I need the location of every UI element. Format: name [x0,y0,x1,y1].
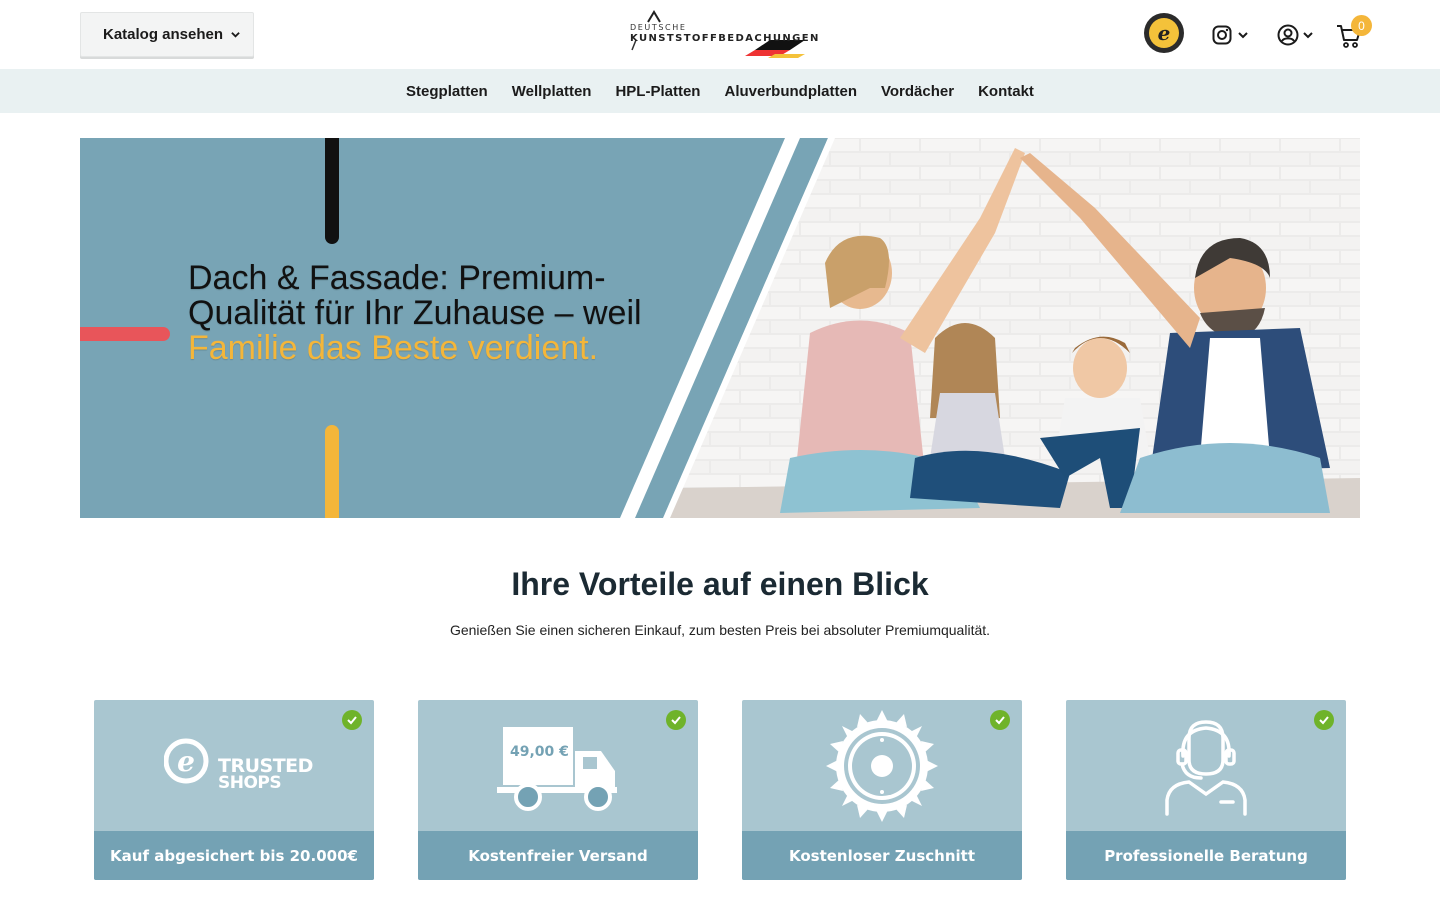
advantage-card-trusted-shops[interactable]: e TRUSTED SHOPS Kauf abgesichert bis 20.… [94,700,374,880]
nav-item-vordaecher[interactable]: Vordächer [881,83,954,100]
catalog-button-label: Katalog ansehen [103,26,224,43]
advantage-card-label: Professionelle Beratung [1066,831,1346,880]
delivery-truck-icon: 49,00 € [418,700,698,831]
nav-item-aluverbundplatten[interactable]: Aluverbundplatten [724,83,857,100]
advantage-card-label: Kostenloser Zuschnitt [742,831,1022,880]
main-navigation: Stegplatten Wellplatten HPL-Platten Aluv… [0,69,1440,113]
hero-headline: Dach & Fassade: Premium-Qualität für Ihr… [188,261,658,366]
cart-count-badge: 0 [1351,15,1372,36]
nav-item-stegplatten[interactable]: Stegplatten [406,83,488,100]
trusted-shops-e-mark: e [1149,18,1179,48]
instagram-menu[interactable] [1212,24,1252,46]
chevron-down-icon [1238,32,1248,39]
hero-headline-highlight: Familie das Beste verdient. [188,329,599,367]
truck-price-label: 49,00 € [510,744,569,760]
nav-item-kontakt[interactable]: Kontakt [978,83,1034,100]
catalog-button[interactable]: Katalog ansehen [80,12,254,57]
saw-blade-icon [742,700,1022,831]
support-agent-icon [1066,700,1346,831]
chevron-down-icon [231,32,240,38]
trusted-shops-logo-icon: e TRUSTED SHOPS [94,700,374,831]
check-icon [990,710,1010,730]
nav-item-hpl-platten[interactable]: HPL-Platten [615,83,700,100]
trusted-shops-logo-text-2: SHOPS [218,773,282,793]
advantage-card-label: Kauf abgesichert bis 20.000€ [94,831,374,880]
nav-item-wellplatten[interactable]: Wellplatten [512,83,592,100]
site-header: Katalog ansehen DEUTSCHE KUNSTSTOFFBEDAC… [0,0,1440,69]
account-menu[interactable] [1277,24,1317,46]
site-logo[interactable]: DEUTSCHE KUNSTSTOFFBEDACHUNGEN [620,10,820,60]
decor-bar-yellow [325,425,339,518]
advantages-subtitle: Genießen Sie einen sicheren Einkauf, zum… [449,622,991,638]
advantage-card-free-cutting[interactable]: Kostenloser Zuschnitt [742,700,1022,880]
instagram-icon [1212,25,1232,45]
check-icon [1314,710,1334,730]
decor-bar-black [325,138,339,244]
decor-bar-red [80,327,170,341]
check-icon [666,710,686,730]
cart-button[interactable]: 0 [1336,15,1376,51]
advantage-card-free-shipping[interactable]: 49,00 € Kostenfreier Versand [418,700,698,880]
trusted-shops-badge-icon[interactable]: e [1144,13,1184,53]
hero-banner[interactable]: Dach & Fassade: Premium-Qualität für Ihr… [80,138,1360,518]
logo-text-deutsche: DEUTSCHE [630,23,687,32]
advantage-card-label: Kostenfreier Versand [418,831,698,880]
svg-text:e: e [177,745,195,778]
advantages-title: Ihre Vorteile auf einen Blick [511,566,929,602]
advantage-card-consulting[interactable]: Professionelle Beratung [1066,700,1346,880]
chevron-down-icon [1303,32,1313,39]
logo-text-brand: KUNSTSTOFFBEDACHUNGEN [630,33,820,44]
hero-headline-text: Dach & Fassade: Premium-Qualität für Ihr… [188,259,642,332]
user-account-icon [1277,24,1299,46]
check-icon [342,710,362,730]
